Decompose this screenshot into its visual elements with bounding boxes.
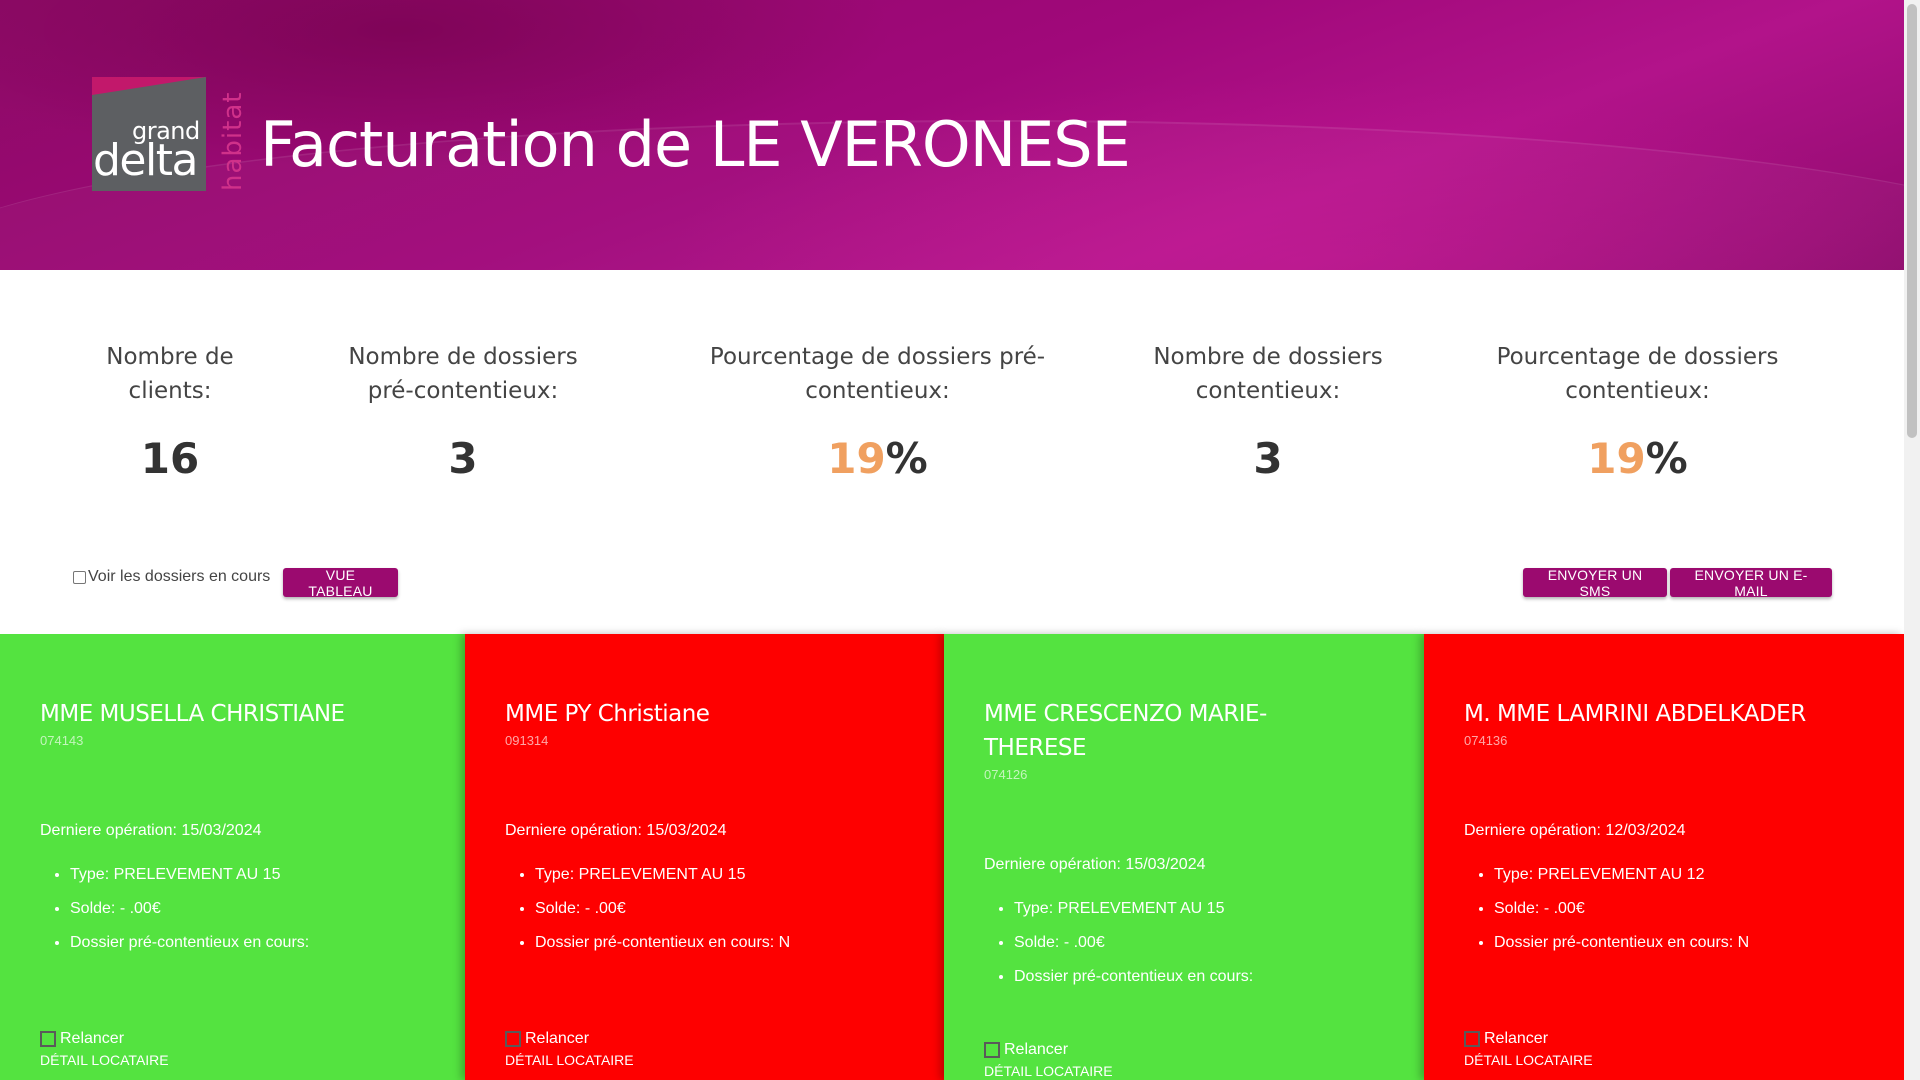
list-item-solde: Solde: - .00€ (1014, 926, 1384, 960)
header-banner: grand delta habitat Facturation de LE VE… (0, 0, 1904, 270)
last-operation: Derniere opération: 15/03/2024 (984, 856, 1206, 873)
list-item-dossier: Dossier pré-contentieux en cours: (70, 926, 440, 960)
last-operation: Derniere opération: 15/03/2024 (505, 822, 727, 839)
stat-label: Pourcentage de dossiers contentieux: (1496, 344, 1779, 404)
tenant-name: MME MUSELLA CHRISTIANE (40, 701, 345, 727)
list-item-solde: Solde: - .00€ (70, 892, 440, 926)
relancer-label: Relancer (1004, 1041, 1069, 1058)
relancer-label: Relancer (60, 1030, 125, 1047)
tenant-name: MME CRESCENZO MARIE-THERESE (984, 701, 1267, 761)
stat-value: 16 (140, 434, 200, 483)
stat-value: 3 (448, 434, 478, 483)
relancer-control[interactable]: Relancer (1464, 1030, 1548, 1048)
logo-text-delta: delta (93, 135, 198, 186)
relancer-control[interactable]: Relancer (505, 1030, 589, 1048)
tenant-code: 091314 (505, 733, 549, 748)
relancer-control[interactable]: Relancer (40, 1030, 124, 1048)
list-item-dossier: Dossier pré-contentieux en cours: N (1494, 926, 1864, 960)
last-operation: Derniere opération: 12/03/2024 (1464, 822, 1686, 839)
tenant-details-list: Type: PRELEVEMENT AU 15 Solde: - .00€ Do… (40, 858, 440, 960)
voir-dossiers-control[interactable]: Voir les dossiers en cours (73, 568, 270, 586)
stat-value: 19% (1587, 434, 1688, 483)
tenant-card: MME PY Christiane 091314 Derniere opérat… (465, 634, 945, 1080)
stat-label: Nombre de dossiers contentieux: (1153, 344, 1383, 404)
tenant-name: M. MME LAMRINI ABDELKADER (1464, 701, 1806, 727)
stat-nombre-pre-contentieux: Nombre de dossiers pré-contentieux: 3 (323, 340, 603, 483)
tenant-name: MME PY Christiane (505, 701, 710, 727)
tenant-details-list: Type: PRELEVEMENT AU 12 Solde: - .00€ Do… (1464, 858, 1864, 960)
list-item-solde: Solde: - .00€ (535, 892, 905, 926)
tenant-code: 074143 (40, 733, 84, 748)
detail-locataire-link[interactable]: DÉTAIL LOCATAIRE (984, 1063, 1113, 1079)
relancer-checkbox[interactable] (984, 1042, 1000, 1058)
list-item-dossier: Dossier pré-contentieux en cours: N (535, 926, 905, 960)
envoyer-email-button[interactable]: ENVOYER UN E-MAIL (1670, 567, 1832, 599)
list-item-solde: Solde: - .00€ (1494, 892, 1864, 926)
tenant-details-list: Type: PRELEVEMENT AU 15 Solde: - .00€ Do… (505, 858, 905, 960)
voir-dossiers-checkbox[interactable] (73, 570, 86, 584)
detail-locataire-link[interactable]: DÉTAIL LOCATAIRE (505, 1052, 634, 1068)
detail-locataire-link[interactable]: DÉTAIL LOCATAIRE (1464, 1052, 1593, 1068)
tenant-card: MME MUSELLA CHRISTIANE 074143 Derniere o… (0, 634, 480, 1080)
voir-dossiers-label: Voir les dossiers en cours (88, 568, 271, 585)
vue-tableau-button[interactable]: VUE TABLEAU (283, 567, 398, 599)
tenant-details-list: Type: PRELEVEMENT AU 15 Solde: - .00€ Do… (984, 892, 1384, 994)
list-item-type: Type: PRELEVEMENT AU 12 (1494, 858, 1864, 892)
list-item-type: Type: PRELEVEMENT AU 15 (535, 858, 905, 892)
vertical-scrollbar[interactable] (1904, 0, 1920, 1080)
page-title: Facturation de LE VERONESE (260, 108, 1131, 181)
tenant-card: MME CRESCENZO MARIE-THERESE 074126 Derni… (944, 634, 1424, 1080)
list-item-type: Type: PRELEVEMENT AU 15 (70, 858, 440, 892)
relancer-checkbox[interactable] (1464, 1031, 1480, 1047)
detail-locataire-link[interactable]: DÉTAIL LOCATAIRE (40, 1052, 169, 1068)
scrollbar-thumb[interactable] (1907, 4, 1917, 438)
relancer-control[interactable]: Relancer (984, 1041, 1068, 1059)
stat-label: Nombre de clients: (106, 344, 234, 404)
last-operation: Derniere opération: 15/03/2024 (40, 822, 262, 839)
tenant-code: 074126 (984, 767, 1028, 782)
tenant-card: M. MME LAMRINI ABDELKADER 074136 Dernier… (1424, 634, 1904, 1080)
stat-pourcentage-contentieux: Pourcentage de dossiers contentieux: 19% (1490, 340, 1785, 483)
relancer-label: Relancer (525, 1030, 590, 1047)
list-item-type: Type: PRELEVEMENT AU 15 (1014, 892, 1384, 926)
logo[interactable]: grand delta habitat (92, 77, 248, 193)
list-item-dossier: Dossier pré-contentieux en cours: (1014, 960, 1384, 994)
logo-text-habitat: habitat (218, 91, 248, 191)
tenant-code: 074136 (1464, 733, 1508, 748)
stat-value: 19% (827, 434, 928, 483)
stat-pourcentage-pre-contentieux: Pourcentage de dossiers pré-contentieux:… (700, 340, 1055, 483)
stat-nombre-contentieux: Nombre de dossiers contentieux: 3 (1148, 340, 1388, 483)
relancer-checkbox[interactable] (40, 1031, 56, 1047)
envoyer-sms-button[interactable]: ENVOYER UN SMS (1523, 567, 1667, 599)
stat-value: 3 (1253, 434, 1283, 483)
stat-label: Pourcentage de dossiers pré-contentieux: (709, 344, 1046, 404)
relancer-checkbox[interactable] (505, 1031, 521, 1047)
stat-label: Nombre de dossiers pré-contentieux: (348, 344, 578, 404)
relancer-label: Relancer (1484, 1030, 1549, 1047)
stat-nombre-clients: Nombre de clients: 16 (70, 340, 270, 483)
